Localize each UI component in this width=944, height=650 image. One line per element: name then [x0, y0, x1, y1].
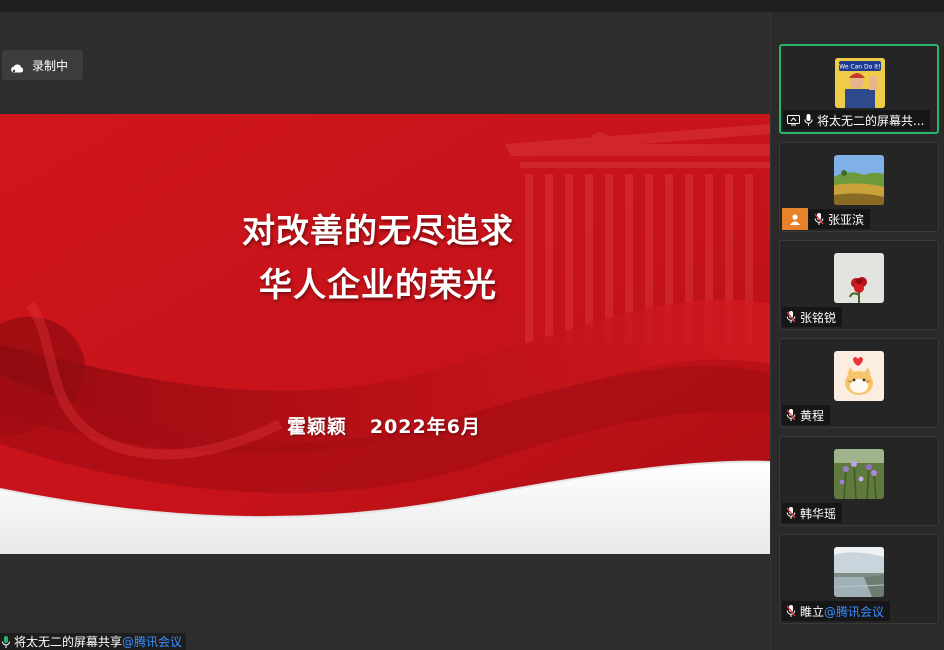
- mic-muted-icon: [786, 409, 796, 421]
- window-title-bar: [0, 0, 944, 12]
- presentation-slide: 对改善的无尽追求 华人企业的荣光 霍颖颖 2022年6月: [0, 114, 770, 554]
- participant-tile[interactable]: 张亚滨: [779, 142, 939, 232]
- avatar-caption: We Can Do It!: [839, 64, 880, 71]
- slide-title-line-1: 对改善的无尽追求: [242, 211, 514, 250]
- participant-tile[interactable]: 韩华瑶: [779, 436, 939, 526]
- participant-name: 将太无二的屏幕共...: [817, 113, 925, 128]
- recording-indicator[interactable]: 录制中: [2, 50, 83, 80]
- participant-tile[interactable]: 黄程: [779, 338, 939, 428]
- avatar: [834, 351, 884, 401]
- mic-icon: [2, 635, 10, 648]
- participant-namebar: 韩华瑶: [782, 503, 843, 523]
- participant-tile[interactable]: 张铭锐: [779, 240, 939, 330]
- host-badge-icon: [782, 208, 808, 230]
- brand-link: @腾讯会议: [122, 635, 183, 649]
- participant-namebar: 张铭锐: [782, 307, 843, 327]
- screen-share-icon: [787, 114, 800, 125]
- participant-name: 张铭锐: [800, 310, 837, 325]
- slide-background: [0, 114, 770, 554]
- mic-icon: [804, 114, 813, 126]
- participant-name: 黄程: [800, 408, 825, 423]
- avatar: [834, 253, 884, 303]
- participant-sidebar[interactable]: We Can Do It! 将太无二的屏幕共... 张亚滨 张铭锐 黄程 韩华瑶…: [770, 12, 944, 650]
- avatar: [834, 547, 884, 597]
- mic-muted-icon: [814, 213, 824, 225]
- slide-title-line-2: 华人企业的荣光: [259, 265, 497, 304]
- participant-namebar: 睢立 @腾讯会议: [782, 601, 891, 621]
- participant-namebar: 黄程: [782, 405, 831, 425]
- recording-label: 录制中: [32, 58, 69, 73]
- slide-author-date: 霍颖颖 2022年6月: [287, 416, 481, 438]
- mic-muted-icon: [786, 605, 796, 617]
- avatar: We Can Do It!: [835, 58, 885, 108]
- screen-share-label: 将太无二的屏幕共享 @腾讯会议: [0, 633, 187, 650]
- participant-name: 韩华瑶: [800, 506, 837, 521]
- participant-tile[interactable]: 睢立 @腾讯会议: [779, 534, 939, 624]
- participant-name: 睢立: [800, 604, 825, 619]
- participant-namebar: 将太无二的屏幕共...: [783, 110, 931, 130]
- brand-link: @腾讯会议: [824, 604, 885, 619]
- participant-namebar: 张亚滨: [782, 208, 871, 230]
- mic-muted-icon: [786, 311, 796, 323]
- cloud-icon: [10, 59, 24, 73]
- avatar: [834, 155, 884, 205]
- participant-name: 张亚滨: [828, 212, 865, 227]
- mic-muted-icon: [786, 507, 796, 519]
- participant-tile[interactable]: We Can Do It! 将太无二的屏幕共...: [779, 44, 939, 134]
- avatar: [834, 449, 884, 499]
- share-owner-text: 将太无二的屏幕共享: [14, 635, 123, 649]
